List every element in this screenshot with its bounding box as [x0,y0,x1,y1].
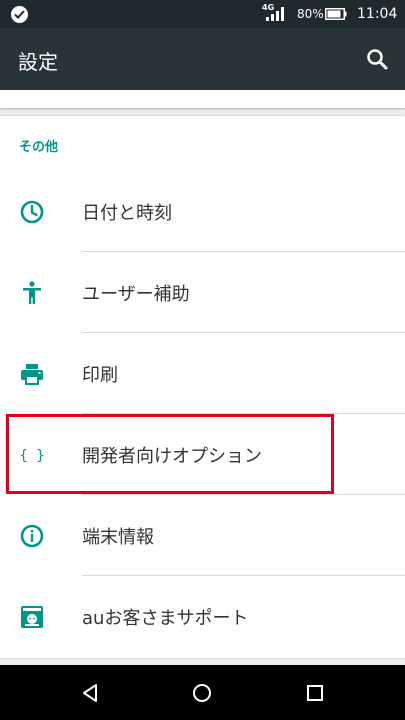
page-title: 設定 [18,50,58,74]
clock-icon [20,200,44,224]
about-device-label: 端末情報 [82,527,154,548]
date-time-item[interactable]: 日付と時刻 [0,171,405,252]
back-icon[interactable] [80,682,102,704]
print-label: 印刷 [82,365,118,386]
accessibility-item[interactable]: ユーザー補助 [0,252,405,333]
print-item[interactable]: 印刷 [0,333,405,414]
status-clock: 11:04 [357,6,398,22]
section-header: その他 [19,140,59,155]
print-icon [21,364,43,385]
recents-icon[interactable] [304,682,326,704]
other-section-card: その他 日付と時刻 ユーザー補助 印刷 { } 開発者向けオプション 端末情報 … [0,116,405,658]
app-bar: 設定 [0,28,405,90]
accessibility-icon [23,281,41,304]
navigation-bar [0,665,405,720]
search-button[interactable] [362,44,392,74]
about-device-item[interactable]: 端末情報 [0,495,405,576]
check-notification-icon [11,6,28,23]
battery-percent: 80% [297,7,324,21]
status-bar: 4G 80% 11:04 [0,0,405,28]
au-support-icon [21,606,43,628]
au-support-label: auお客さまサポート [82,608,249,629]
info-icon [20,524,44,548]
accessibility-label: ユーザー補助 [82,284,190,305]
battery-icon [325,8,347,20]
date-time-label: 日付と時刻 [82,203,172,224]
au-support-item[interactable]: auお客さまサポート [0,576,405,657]
search-icon [367,49,388,70]
previous-section-card [0,90,405,108]
highlight-box [6,414,334,494]
home-icon[interactable] [191,682,213,704]
signal-icon [266,7,284,21]
